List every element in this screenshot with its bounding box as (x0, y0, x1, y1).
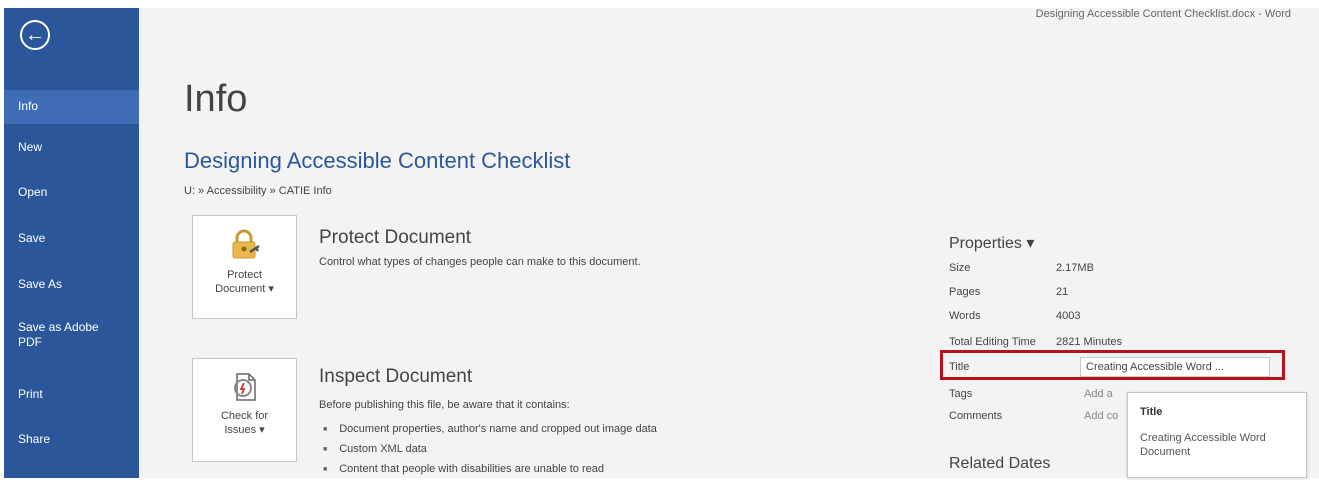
info-pane: Designing Accessible Content Checklist.d… (139, 8, 1319, 478)
prop-value-pages: 21 (1056, 286, 1069, 298)
check-issues-label-2: Issues ▾ (224, 424, 265, 436)
sidebar-item-open[interactable]: Open (4, 185, 139, 200)
sidebar-item-print[interactable]: Print (4, 387, 139, 402)
title-highlight-box (940, 350, 1285, 380)
protect-document-button[interactable]: Protect Document ▾ (192, 215, 297, 319)
inspect-bullet-list: Document properties, author's name and c… (323, 420, 657, 480)
prop-label-words: Words (949, 310, 981, 322)
prop-label-comments: Comments (949, 410, 1003, 422)
page-title: Info (184, 78, 248, 120)
prop-label-tags: Tags (949, 388, 973, 400)
word-backstage: ← Info New Open Save Save As Save as Ado… (0, 0, 1319, 478)
inspect-document-description: Before publishing this file, be aware th… (319, 399, 570, 411)
sidebar-item-save[interactable]: Save (4, 231, 139, 246)
document-title[interactable]: Designing Accessible Content Checklist (184, 148, 570, 174)
protect-button-label-1: Protect (227, 269, 262, 281)
back-arrow-icon[interactable]: ← (20, 20, 50, 50)
check-issues-label-1: Check for (220, 410, 269, 422)
sidebar-item-save-as[interactable]: Save As (4, 277, 139, 292)
comments-field[interactable]: Add co (1084, 410, 1118, 422)
window-title: Designing Accessible Content Checklist.d… (1035, 8, 1291, 20)
protect-document-title: Protect Document (319, 227, 472, 248)
tags-field[interactable]: Add a (1084, 388, 1113, 400)
protect-document-description: Control what types of changes people can… (319, 256, 641, 268)
prop-value-editing-time: 2821 Minutes (1056, 336, 1123, 348)
backstage-sidebar: ← Info New Open Save Save As Save as Ado… (4, 8, 139, 478)
protect-button-label-2: Document ▾ (215, 283, 274, 295)
sidebar-item-share[interactable]: Share (4, 432, 139, 447)
list-item: Document properties, author's name and c… (323, 420, 657, 440)
prop-value-words: 4003 (1056, 310, 1081, 322)
sidebar-item-info[interactable]: Info (4, 90, 139, 124)
list-item: Content that people with disabilities ar… (323, 460, 657, 480)
document-inspect-icon (233, 373, 256, 401)
breadcrumb[interactable]: U: » Accessibility » CATIE Info (184, 185, 332, 197)
tooltip-body: Creating Accessible Word Document (1140, 432, 1266, 458)
prop-label-pages: Pages (949, 286, 981, 298)
related-dates-heading: Related Dates (949, 455, 1051, 472)
list-item: Custom XML data (323, 440, 657, 460)
lock-key-icon (232, 229, 260, 259)
properties-dropdown[interactable]: Properties ▾ (949, 233, 1034, 253)
sidebar-item-new[interactable]: New (4, 140, 139, 155)
prop-value-size: 2.17MB (1056, 262, 1094, 274)
sidebar-item-save-as-adobe-pdf[interactable]: Save as Adobe PDF (4, 320, 114, 350)
title-tooltip: Title Creating Accessible Word Document (1127, 392, 1307, 478)
inspect-document-title: Inspect Document (319, 366, 473, 387)
tooltip-heading: Title (1140, 406, 1163, 418)
prop-label-editing-time: Total Editing Time (949, 336, 1036, 348)
check-for-issues-button[interactable]: Check for Issues ▾ (192, 358, 297, 462)
prop-label-size: Size (949, 262, 971, 274)
